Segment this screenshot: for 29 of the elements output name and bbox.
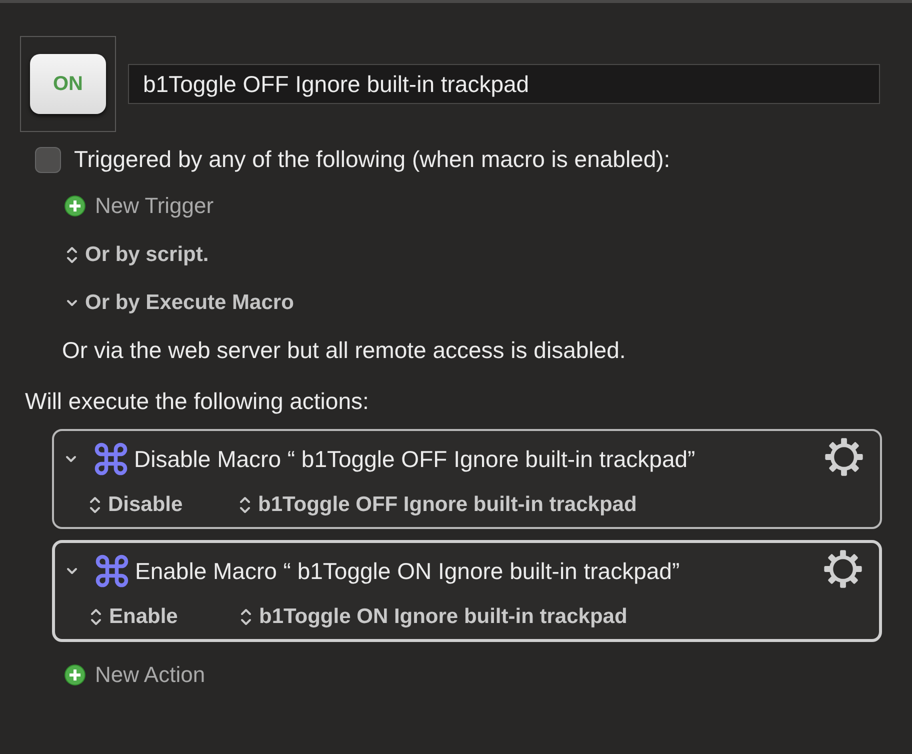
gear-icon[interactable] [824, 436, 864, 476]
action-card[interactable]: Disable Macro “ b1Toggle OFF Ignore built-in trackpad” Disable b1Toggle OFF Ignore built-in trackpad [52, 429, 882, 529]
actions-heading: Will execute the following actions: [24, 387, 370, 416]
action-title: Disable Macro “ b1Toggle OFF Ignore built-in trackpad” [134, 446, 696, 472]
stepper-icon[interactable] [239, 606, 253, 628]
stepper-icon[interactable] [65, 244, 79, 266]
popup-menu[interactable]: Enable [109, 605, 178, 629]
gear-icon[interactable] [823, 548, 863, 588]
action-title: Enable Macro “ b1Toggle ON Ignore built-in trackpad” [135, 558, 681, 584]
popup-menu[interactable]: b1Toggle OFF Ignore built-in trackpad [258, 493, 637, 517]
new-trigger-link[interactable]: New Trigger [95, 193, 214, 219]
macro-icon: ON [30, 54, 106, 114]
add-icon[interactable] [64, 195, 86, 217]
popup-menu[interactable]: b1Toggle ON Ignore built-in trackpad [259, 605, 628, 629]
checkbox[interactable] [35, 146, 61, 172]
stepper-icon[interactable] [88, 494, 102, 516]
macro-name-field[interactable]: b1Toggle OFF Ignore built-in trackpad [128, 64, 880, 104]
trigger-option[interactable]: Or by script. [85, 243, 209, 267]
trigger-label: Triggered by any of the following (when macro is enabled): [74, 146, 670, 173]
new-action-link[interactable]: New Action [95, 662, 206, 688]
action-card[interactable]: Enable Macro “ b1Toggle ON Ignore built-in trackpad” Enable b1Toggle ON Ignore built-in trackpad [52, 540, 882, 642]
web-server-note: Or via the web server but all remote access is disabled. [61, 336, 627, 364]
command-icon [93, 552, 131, 590]
command-icon [92, 440, 130, 478]
stepper-icon[interactable] [238, 494, 252, 516]
add-icon[interactable] [64, 664, 86, 686]
popup-menu[interactable]: Disable [108, 493, 183, 517]
stepper-icon[interactable] [89, 606, 103, 628]
trigger-option[interactable]: Or by Execute Macro [85, 291, 294, 315]
